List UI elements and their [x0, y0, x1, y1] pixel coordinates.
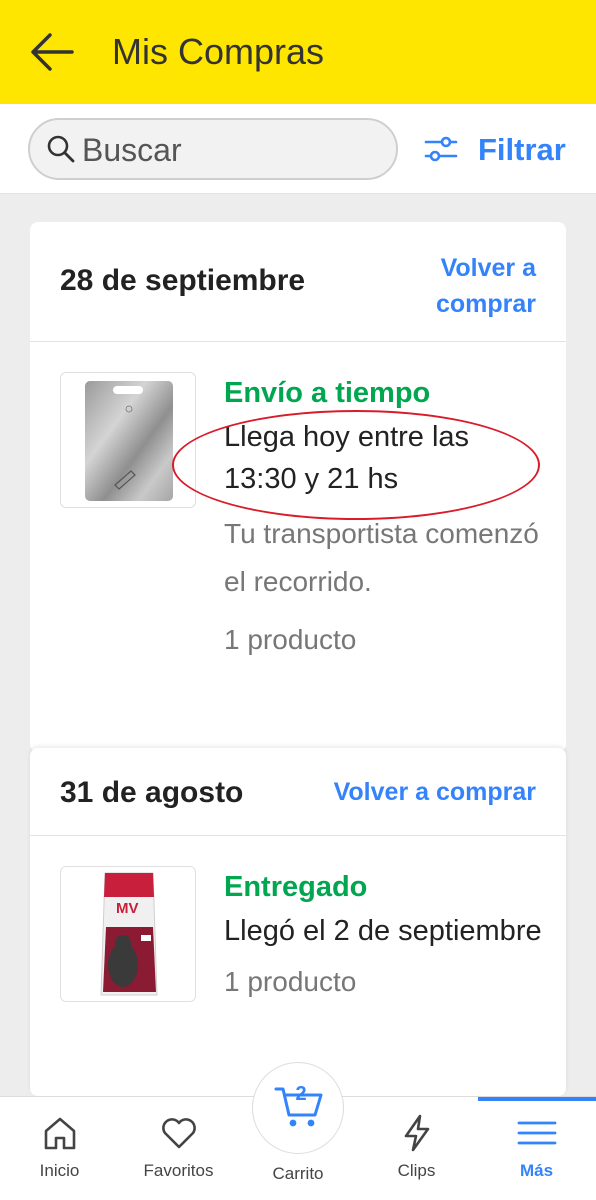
active-tab-indicator [478, 1097, 596, 1101]
delivery-date: Llegó el 2 de septiembre [224, 915, 542, 947]
home-icon [44, 1117, 76, 1150]
product-thumbnail[interactable] [60, 372, 196, 508]
nav-item-clips[interactable]: Clips [357, 1097, 476, 1200]
filter-sliders-icon [424, 136, 458, 162]
heart-icon [162, 1118, 196, 1149]
purchase-card[interactable]: 31 de agosto Volver a comprar MV Entrega… [30, 748, 566, 1096]
cart-badge: 2 [295, 1083, 307, 1105]
nav-item-mas[interactable]: Más [477, 1097, 596, 1200]
product-thumbnail[interactable]: MV [60, 866, 196, 1002]
nav-item-inicio[interactable]: Inicio [0, 1097, 119, 1200]
nav-label: Inicio [39, 1161, 80, 1180]
menu-icon [517, 1121, 557, 1145]
buy-again-link[interactable]: Volver a comprar [386, 250, 536, 322]
nav-label: Clips [397, 1161, 436, 1180]
filter-label: Filtrar [478, 132, 566, 167]
purchase-card[interactable]: 28 de septiembre Volver a comprar Envío … [30, 222, 566, 752]
purchase-date: 31 de agosto [60, 776, 244, 809]
shipment-note: Tu transportista comenzó el recorrido. [224, 518, 539, 597]
nav-label: Más [519, 1161, 554, 1180]
nav-label-carrito: Carrito [272, 1164, 324, 1183]
shipment-info: Envío a tiempo Llega hoy entre las 13:30… [224, 372, 544, 660]
back-button[interactable] [28, 30, 76, 74]
shipment-status: Envío a tiempo [224, 377, 431, 409]
nav-item-favoritos[interactable]: Favoritos [119, 1097, 238, 1200]
product-count: 1 producto [224, 624, 357, 655]
app-header: Mis Compras [0, 0, 596, 104]
purchase-card-header: 31 de agosto Volver a comprar [30, 748, 566, 836]
purchase-card-header: 28 de septiembre Volver a comprar [30, 222, 566, 342]
cat-food-bag-image: MV [100, 872, 158, 996]
search-box[interactable] [28, 118, 398, 180]
svg-text:MV: MV [116, 900, 139, 917]
search-input[interactable] [82, 130, 382, 170]
search-icon [47, 135, 75, 163]
delivery-estimate: Llega hoy entre las 13:30 y 21 hs [224, 421, 470, 495]
page-title: Mis Compras [112, 31, 325, 72]
shipment-info: Entregado Llegó el 2 de septiembre 1 pro… [224, 866, 544, 1002]
product-count: 1 producto [224, 966, 357, 997]
cutting-board-image [85, 381, 173, 501]
cart-button[interactable]: 2 [252, 1062, 344, 1154]
search-bar: Filtrar [0, 104, 596, 194]
shipment-status: Entregado [224, 871, 368, 903]
purchase-date: 28 de septiembre [60, 264, 306, 297]
buy-again-link[interactable]: Volver a comprar [334, 774, 536, 810]
lightning-icon [404, 1114, 430, 1152]
nav-label: Favoritos [143, 1161, 214, 1180]
arrow-left-icon [31, 33, 74, 71]
